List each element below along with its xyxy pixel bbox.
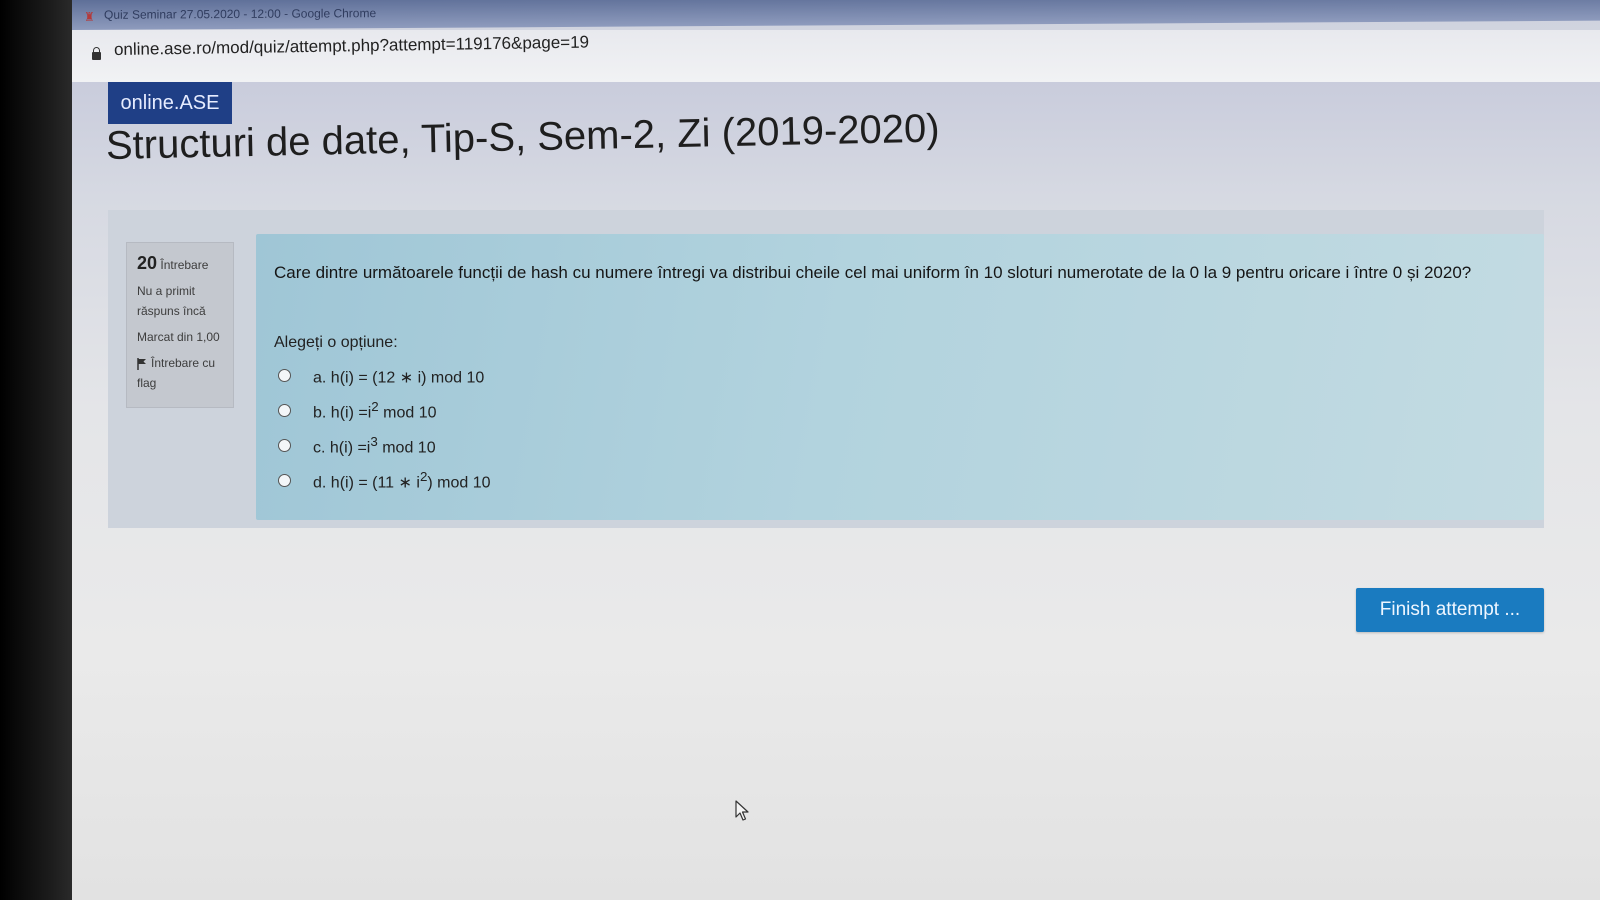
answer-text[interactable]: d. h(i) = (11 ∗ i2) mod 10 — [313, 469, 491, 492]
question-info-box: 20 Întrebare Nu a primit răspuns încă Ma… — [126, 242, 234, 408]
lock-icon — [92, 47, 101, 60]
answer-formula: h(i) =i — [330, 404, 372, 422]
answer-formula-tail: mod 10 — [377, 439, 436, 457]
answer-option-a[interactable]: a. h(i) = (12 ∗ i) mod 10 — [278, 358, 491, 393]
finish-attempt-button[interactable]: Finish attempt ... — [1356, 588, 1544, 632]
browser-titlebar: ♜ Quiz Seminar 27.05.2020 - 12:00 - Goog… — [72, 0, 1600, 30]
url-text[interactable]: online.ase.ro/mod/quiz/attempt.php?attem… — [114, 33, 589, 60]
question-status: Nu a primit răspuns încă — [137, 284, 206, 318]
answer-list: a. h(i) = (12 ∗ i) mod 10 b. h(i) =i2 mo… — [278, 358, 491, 498]
question-number-line: 20 Întrebare — [137, 253, 223, 275]
answer-text[interactable]: c. h(i) =i3 mod 10 — [313, 434, 436, 457]
browser-window: ♜ Quiz Seminar 27.05.2020 - 12:00 - Goog… — [72, 0, 1600, 900]
question-marks: Marcat din 1,00 — [137, 330, 220, 344]
mouse-cursor-icon — [735, 800, 749, 821]
brand-logo[interactable]: online.ASE — [108, 82, 232, 124]
question-number: 20 — [137, 253, 158, 273]
answer-option-c[interactable]: c. h(i) =i3 mod 10 — [278, 428, 491, 463]
answer-formula: h(i) = (12 ∗ i) mod 10 — [330, 369, 485, 387]
answer-letter: d. — [313, 474, 327, 492]
answer-text[interactable]: b. h(i) =i2 mod 10 — [313, 399, 436, 422]
radio-button[interactable] — [278, 439, 291, 452]
radio-button[interactable] — [278, 404, 291, 417]
answer-formula-tail: ) mod 10 — [427, 474, 491, 492]
answer-option-b[interactable]: b. h(i) =i2 mod 10 — [278, 393, 491, 428]
answer-formula: h(i) = (11 ∗ i — [330, 474, 420, 492]
monitor-bezel — [0, 0, 72, 900]
answer-exponent: 2 — [371, 398, 379, 414]
answer-letter: b. — [313, 404, 327, 422]
answer-letter: a. — [313, 369, 327, 387]
question-text: Care dintre următoarele funcții de hash … — [274, 263, 1472, 282]
address-bar[interactable]: online.ase.ro/mod/quiz/attempt.php?attem… — [72, 30, 1600, 82]
answer-formula: h(i) =i — [329, 439, 371, 457]
answer-formula-tail: mod 10 — [378, 404, 437, 422]
choose-prompt: Alegeți o opțiune: — [274, 334, 398, 351]
answer-letter: c. — [313, 439, 326, 457]
flag-question-link[interactable]: Întrebare cu flag — [137, 353, 223, 393]
answer-option-d[interactable]: d. h(i) = (11 ∗ i2) mod 10 — [278, 463, 491, 498]
radio-button[interactable] — [278, 369, 291, 382]
window-title: Quiz Seminar 27.05.2020 - 12:00 - Google… — [104, 6, 377, 22]
flag-label: Întrebare cu flag — [137, 356, 216, 390]
answer-text[interactable]: a. h(i) = (12 ∗ i) mod 10 — [313, 364, 484, 387]
flag-icon — [137, 357, 146, 370]
quiz-page: online.ASE Structuri de date, Tip-S, Sem… — [72, 82, 1600, 900]
radio-button[interactable] — [278, 474, 291, 487]
question-panel: Care dintre următoarele funcții de hash … — [256, 234, 1544, 520]
moodle-favicon-icon: ♜ — [84, 9, 95, 24]
answer-exponent: 3 — [370, 433, 378, 449]
question-number-label: Întrebare — [160, 258, 209, 272]
